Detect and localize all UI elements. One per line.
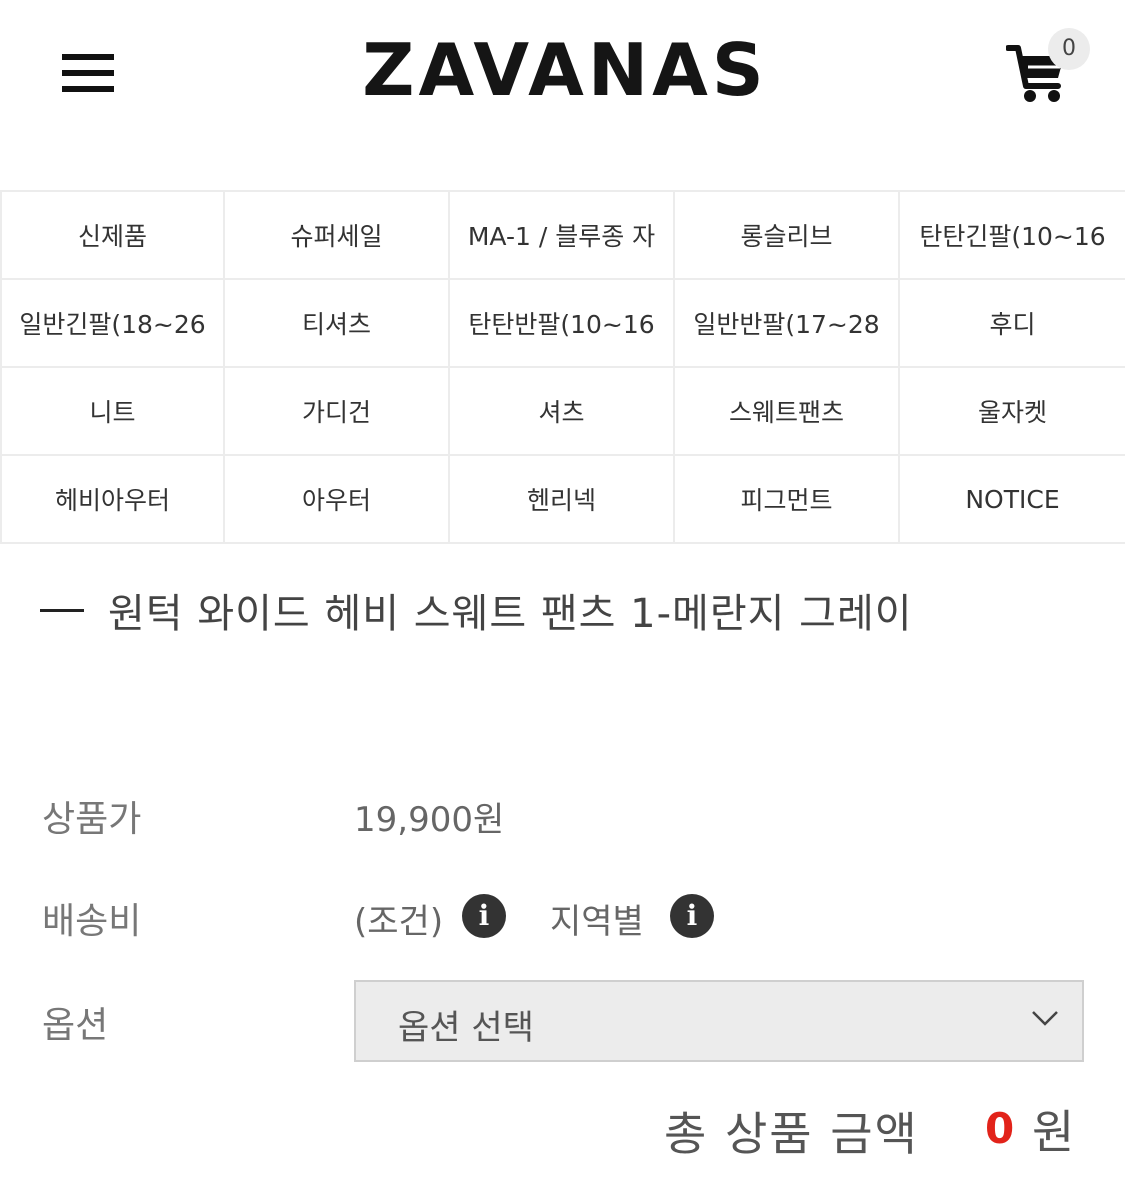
- category-wool-jacket[interactable]: 울자켓: [900, 368, 1125, 456]
- option-label: 옵션: [42, 1005, 109, 1046]
- category-super-sale[interactable]: 슈퍼세일: [225, 192, 450, 280]
- category-cardigan[interactable]: 가디건: [225, 368, 450, 456]
- total-price-unit: 원: [1032, 1105, 1075, 1159]
- category-firm-short-sleeve[interactable]: 탄탄반팔(10~16: [450, 280, 675, 368]
- shipping-condition-info-icon[interactable]: i: [462, 894, 506, 938]
- title-dash: [40, 608, 84, 612]
- category-grid: 신제품 슈퍼세일 MA-1 / 블루종 자 롱슬리브 탄탄긴팔(10~16 일반…: [0, 190, 1125, 544]
- category-new[interactable]: 신제품: [0, 192, 225, 280]
- hamburger-menu-icon[interactable]: [62, 54, 114, 96]
- category-heavy-outer[interactable]: 헤비아우터: [0, 456, 225, 544]
- price-value: 19,900원: [354, 800, 505, 840]
- option-select[interactable]: 옵션 선택: [354, 980, 1084, 1062]
- price-label: 상품가: [42, 799, 142, 840]
- shipping-region: 지역별: [550, 902, 644, 942]
- category-firm-long-sleeve[interactable]: 탄탄긴팔(10~16: [900, 192, 1125, 280]
- total-price-value: 0: [985, 1104, 1015, 1153]
- category-regular-short-sleeve[interactable]: 일반반팔(17~28: [675, 280, 900, 368]
- category-outer[interactable]: 아우터: [225, 456, 450, 544]
- category-regular-long-sleeve[interactable]: 일반긴팔(18~26: [0, 280, 225, 368]
- header: ZAVANAS 0: [0, 0, 1125, 150]
- category-long-sleeve[interactable]: 롱슬리브: [675, 192, 900, 280]
- category-pigment[interactable]: 피그먼트: [675, 456, 900, 544]
- cart-count-badge: 0: [1048, 28, 1090, 70]
- category-shirt[interactable]: 셔츠: [450, 368, 675, 456]
- shipping-label: 배송비: [42, 901, 142, 942]
- brand-logo[interactable]: ZAVANAS: [340, 28, 790, 112]
- category-henley-neck[interactable]: 헨리넥: [450, 456, 675, 544]
- category-notice[interactable]: NOTICE: [900, 456, 1125, 544]
- product-title-row: 원턱 와이드 헤비 스웨트 팬츠 1-메란지 그레이: [40, 575, 1100, 645]
- shipping-region-info-icon[interactable]: i: [670, 894, 714, 938]
- shipping-condition: (조건): [354, 902, 444, 942]
- chevron-down-icon: [1032, 1011, 1058, 1026]
- category-ma1-blouson[interactable]: MA-1 / 블루종 자: [450, 192, 675, 280]
- category-tshirt[interactable]: 티셔츠: [225, 280, 450, 368]
- category-knit[interactable]: 니트: [0, 368, 225, 456]
- category-hoodie[interactable]: 후디: [900, 280, 1125, 368]
- option-select-value: 옵션 선택: [398, 1008, 534, 1048]
- total-price-label: 총 상품 금액: [664, 1107, 919, 1161]
- product-title: 원턱 와이드 헤비 스웨트 팬츠 1-메란지 그레이: [108, 591, 913, 637]
- category-sweatpants[interactable]: 스웨트팬츠: [675, 368, 900, 456]
